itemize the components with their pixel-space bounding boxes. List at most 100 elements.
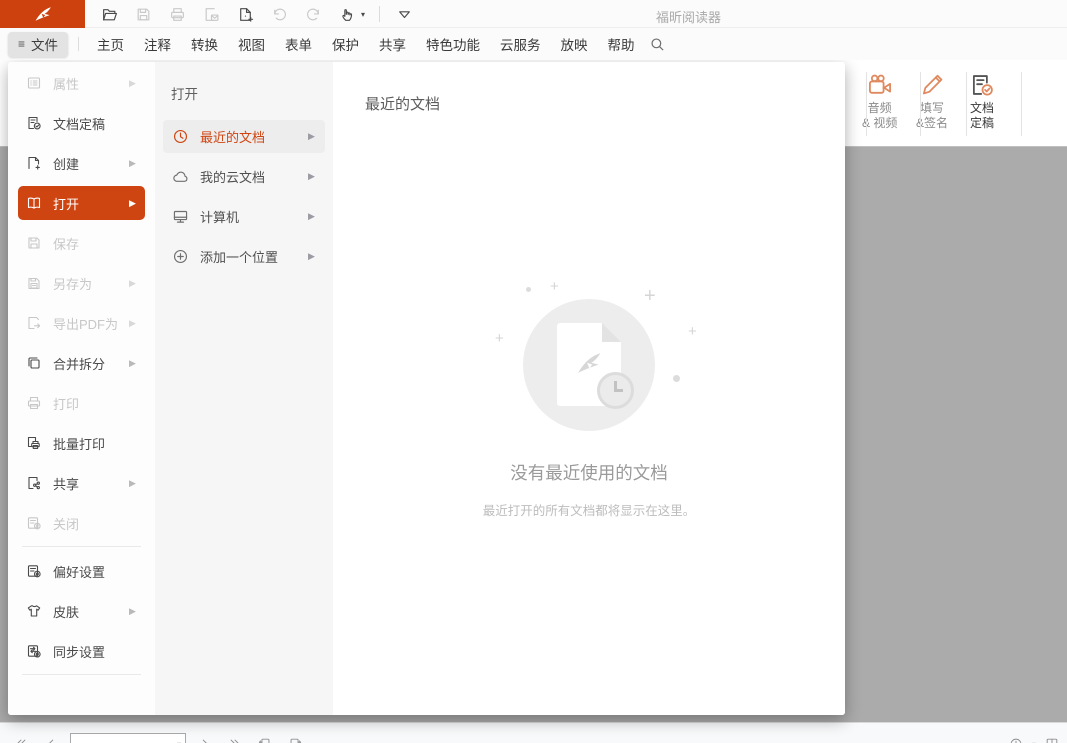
recent-panel-title: 最近的文档 <box>365 93 440 114</box>
export-pdf-icon <box>26 315 42 331</box>
clock-icon <box>172 128 189 145</box>
file-menu-item-另存为: 另存为▶ <box>18 266 145 300</box>
open-panel-item-添加一个位置[interactable]: 添加一个位置▶ <box>163 240 325 273</box>
page-number-box: ▾ <box>70 733 186 743</box>
open-panel-item-计算机[interactable]: 计算机▶ <box>163 200 325 233</box>
file-menu-item-label: 批量打印 <box>53 434 129 453</box>
ribbon-group-separator <box>966 72 967 136</box>
menu-divider <box>22 674 141 675</box>
rotate-right-button[interactable] <box>284 734 306 743</box>
file-menu-item-文档定稿[interactable]: 文档定稿 <box>18 106 145 140</box>
tab-放映[interactable]: 放映 <box>551 28 598 60</box>
page-dropdown-caret-icon[interactable]: ▾ <box>173 740 185 743</box>
file-menu-item-关闭: 关闭 <box>18 506 145 540</box>
open-file-button[interactable] <box>99 4 119 24</box>
document-fold <box>602 323 621 342</box>
hamburger-icon: ≡ <box>18 37 25 51</box>
dropdown-caret-icon[interactable]: ▾ <box>361 10 365 19</box>
document-finalize-button[interactable]: 文档定稿 <box>969 68 995 140</box>
doc-share-icon <box>26 475 42 491</box>
first-page-button[interactable] <box>10 734 32 743</box>
file-menu-item-打开[interactable]: 打开▶ <box>18 186 145 220</box>
tab-注释[interactable]: 注释 <box>134 28 181 60</box>
tab-主页[interactable]: 主页 <box>87 28 134 60</box>
clock-badge-icon <box>597 372 634 409</box>
tab-视图[interactable]: 视图 <box>228 28 275 60</box>
file-menu-button[interactable]: ≡ 文件 <box>8 32 68 57</box>
file-menu-item-同步设置[interactable]: 同步设置 <box>18 634 145 668</box>
quick-access-toolbar: ▾ <box>99 0 414 28</box>
file-menu-item-label: 合并拆分 <box>53 354 129 373</box>
file-menu-label: 文件 <box>31 34 58 54</box>
menu-items: 主页注释转换视图表单保护共享特色功能云服务放映帮助 <box>87 28 645 60</box>
file-menu-item-合并拆分[interactable]: 合并拆分▶ <box>18 346 145 380</box>
file-menu-item-皮肤[interactable]: 皮肤▶ <box>18 594 145 628</box>
folder-open-icon <box>101 6 118 23</box>
search-icon[interactable] <box>645 31 671 57</box>
file-menu-item-属性: 属性▶ <box>18 66 145 100</box>
page-number-input[interactable] <box>71 735 173 743</box>
recent-clock-button[interactable] <box>1005 734 1027 743</box>
clock-caret-icon[interactable]: ▾ <box>1032 740 1036 743</box>
ribbon-group-separator <box>1021 72 1022 136</box>
decor-dot <box>526 287 531 292</box>
camcorder-icon <box>867 68 893 98</box>
file-menu-item-保存: 保存 <box>18 226 145 260</box>
tab-表单[interactable]: 表单 <box>275 28 322 60</box>
statusbar: ▾ ▾ <box>0 722 1067 743</box>
file-menu-item-批量打印[interactable]: 批量打印 <box>18 426 145 460</box>
open-panel-header: 打开 <box>171 83 333 103</box>
print-button <box>167 4 187 24</box>
file-backstage-menu: 属性▶文档定稿创建▶打开▶保存另存为▶导出PDF为▶合并拆分▶打印批量打印共享▶… <box>8 62 845 715</box>
printer-icon <box>169 6 186 23</box>
doc-new-icon <box>237 6 254 23</box>
file-menu-item-label: 共享 <box>53 474 129 493</box>
file-menu-item-创建[interactable]: 创建▶ <box>18 146 145 180</box>
last-page-button[interactable] <box>224 734 246 743</box>
doc-close-icon <box>26 515 42 531</box>
tab-特色功能[interactable]: 特色功能 <box>416 28 490 60</box>
submenu-arrow-icon: ▶ <box>129 158 137 169</box>
submenu-arrow-icon: ▶ <box>129 278 137 289</box>
document-finalize-label: 文档定稿 <box>970 101 994 131</box>
add-circle-icon <box>172 248 189 265</box>
file-menu-item-label: 保存 <box>53 234 129 253</box>
file-menu-item-共享[interactable]: 共享▶ <box>18 466 145 500</box>
submenu-arrow-icon: ▶ <box>129 198 137 209</box>
next-page-button[interactable] <box>194 734 216 743</box>
doc-send-icon <box>203 6 220 23</box>
submenu-arrow-icon: ▶ <box>129 478 137 489</box>
open-panel: 打开 最近的文档▶ 我的云文档▶ 计算机▶ 添加一个位置▶ <box>155 62 333 715</box>
undo-button <box>269 4 289 24</box>
doc-create-icon <box>26 155 42 171</box>
properties-icon <box>26 75 42 91</box>
doc-check-icon <box>26 115 42 131</box>
tab-云服务[interactable]: 云服务 <box>490 28 551 60</box>
hand-tool-button[interactable] <box>337 4 357 24</box>
file-menu-item-label: 创建 <box>53 154 129 173</box>
open-panel-item-最近的文档[interactable]: 最近的文档▶ <box>163 120 325 153</box>
recent-documents-panel: 最近的文档 没有最近使用的文档 最近打开的所有文档都将显示在这里。 <box>333 62 845 715</box>
redo-icon <box>305 6 322 23</box>
page-layout-button[interactable] <box>1041 734 1063 743</box>
redo-button <box>303 4 323 24</box>
open-panel-item-我的云文档[interactable]: 我的云文档▶ <box>163 160 325 193</box>
file-menu-item-打印: 打印 <box>18 386 145 420</box>
prev-page-button[interactable] <box>40 734 62 743</box>
submenu-arrow-icon: ▶ <box>129 78 137 89</box>
window-title: 福昕阅读器 <box>656 7 721 26</box>
rotate-left-button[interactable] <box>254 734 276 743</box>
tab-帮助[interactable]: 帮助 <box>598 28 645 60</box>
audio-video-button[interactable]: 音频& 视频 <box>862 68 897 140</box>
decor-plus <box>550 278 559 296</box>
file-menu-item-偏好设置[interactable]: 偏好设置 <box>18 554 145 588</box>
menubar-separator <box>78 37 79 51</box>
empty-state-subtitle: 最近打开的所有文档都将显示在这里。 <box>333 500 845 519</box>
customize-toolbar-button[interactable] <box>394 4 414 24</box>
tab-保护[interactable]: 保护 <box>322 28 369 60</box>
file-menu-item-label: 偏好设置 <box>53 562 129 581</box>
new-document-button[interactable] <box>235 4 255 24</box>
merge-split-icon <box>26 355 42 371</box>
tab-转换[interactable]: 转换 <box>181 28 228 60</box>
tab-共享[interactable]: 共享 <box>369 28 416 60</box>
